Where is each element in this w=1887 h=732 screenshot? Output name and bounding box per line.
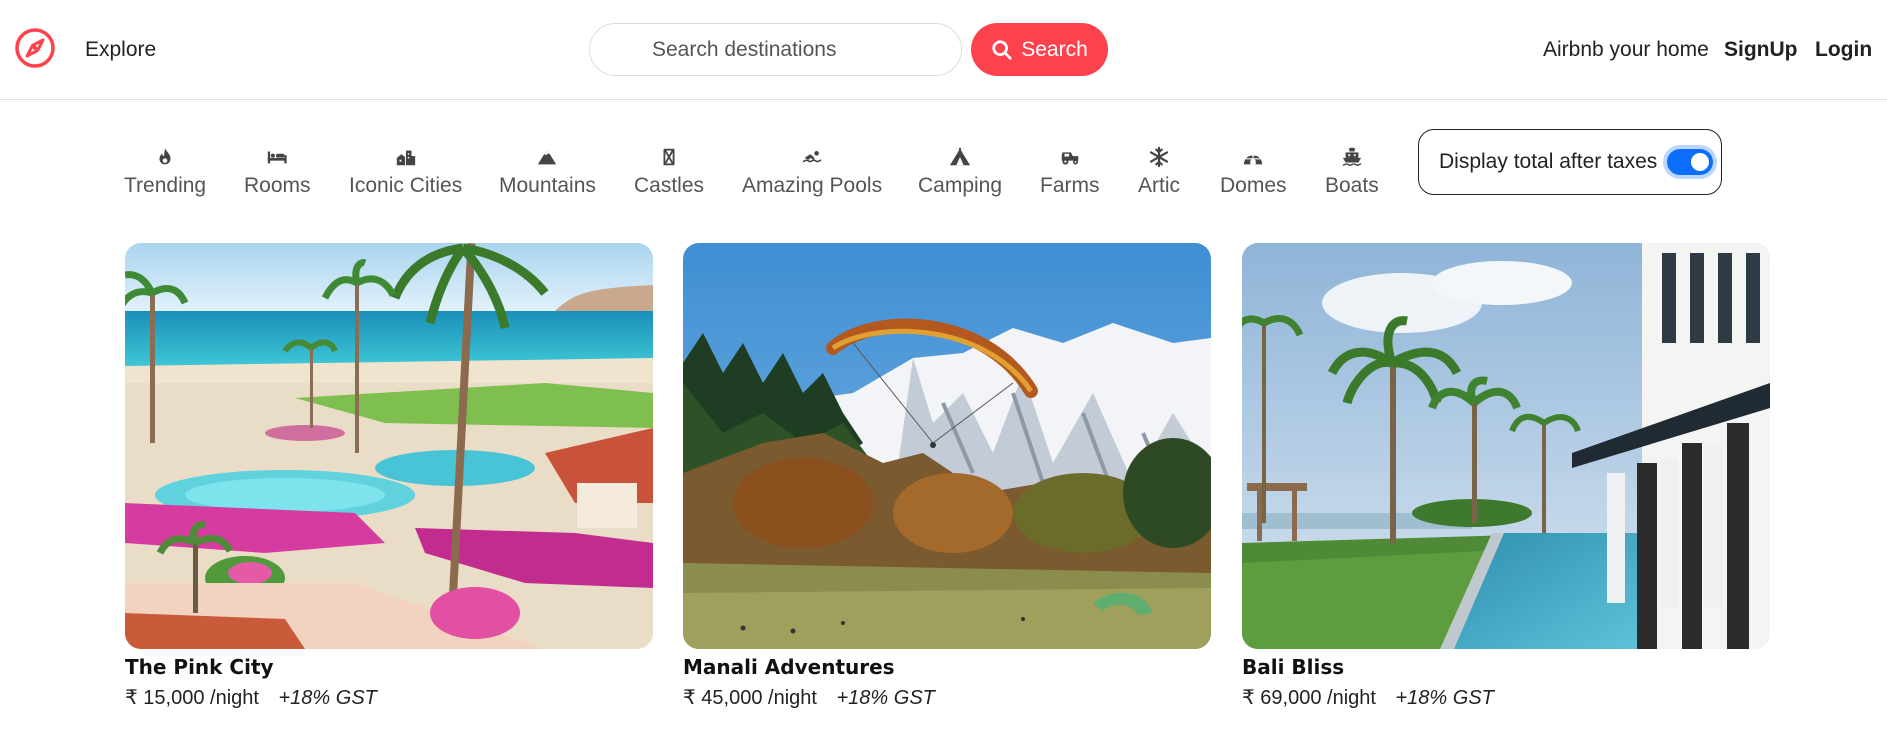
filter-farms[interactable]: Farms bbox=[1040, 144, 1100, 198]
listing-tax: +18% GST bbox=[278, 687, 377, 709]
airbnb-your-home-link[interactable]: Airbnb your home bbox=[1543, 38, 1709, 62]
listing-price-row: ₹ 69,000 /night +18% GST bbox=[1242, 685, 1770, 710]
login-link[interactable]: Login bbox=[1815, 38, 1872, 62]
listing-image[interactable] bbox=[125, 243, 653, 649]
filter-label: Boats bbox=[1325, 174, 1379, 197]
listing-price: ₹ 69,000 /night bbox=[1242, 687, 1376, 709]
bed-icon bbox=[264, 144, 290, 170]
snowflake-icon bbox=[1146, 144, 1172, 170]
filter-amazing-pools[interactable]: Amazing Pools bbox=[742, 144, 882, 198]
filter-artic[interactable]: Artic bbox=[1138, 144, 1180, 198]
tax-toggle-switch[interactable] bbox=[1667, 149, 1714, 175]
filter-label: Amazing Pools bbox=[742, 174, 883, 197]
mountain-icon bbox=[534, 144, 560, 170]
listing-image[interactable] bbox=[683, 243, 1211, 649]
filter-iconic-cities[interactable]: Iconic Cities bbox=[349, 144, 462, 198]
search-icon bbox=[992, 39, 1012, 60]
filter-castles[interactable]: Castles bbox=[634, 144, 704, 198]
filter-label: Farms bbox=[1040, 174, 1100, 197]
filter-label: Domes bbox=[1220, 174, 1287, 197]
listing-tax: +18% GST bbox=[1395, 687, 1494, 709]
filter-camping[interactable]: Camping bbox=[918, 144, 1002, 198]
listing-price: ₹ 45,000 /night bbox=[683, 687, 817, 709]
tent-icon bbox=[947, 144, 973, 170]
filter-label: Castles bbox=[634, 174, 705, 197]
compass-icon[interactable] bbox=[14, 27, 56, 69]
listing-card[interactable]: Manali Adventures ₹ 45,000 /night +18% G… bbox=[683, 243, 1211, 710]
listing-title: Manali Adventures bbox=[683, 655, 895, 679]
search-button[interactable]: Search bbox=[971, 23, 1108, 76]
filter-trending[interactable]: Trending bbox=[124, 144, 206, 198]
filter-label: Rooms bbox=[244, 174, 311, 197]
filter-label: Artic bbox=[1138, 174, 1180, 197]
signup-link[interactable]: SignUp bbox=[1724, 38, 1798, 62]
fire-icon bbox=[152, 144, 178, 170]
listing-card[interactable]: The Pink City ₹ 15,000 /night +18% GST bbox=[125, 243, 653, 710]
tractor-icon bbox=[1057, 144, 1083, 170]
filter-label: Iconic Cities bbox=[349, 174, 463, 197]
search-input[interactable] bbox=[589, 23, 962, 76]
navbar: Explore Search Airbnb your home SignUp L… bbox=[0, 0, 1887, 100]
filter-mountains[interactable]: Mountains bbox=[499, 144, 596, 198]
castle-icon bbox=[656, 144, 682, 170]
listing-image[interactable] bbox=[1242, 243, 1770, 649]
swimmer-icon bbox=[799, 144, 825, 170]
filter-label: Camping bbox=[918, 174, 1003, 197]
listing-price: ₹ 15,000 /night bbox=[125, 687, 259, 709]
filter-label: Mountains bbox=[499, 174, 596, 197]
search-button-label: Search bbox=[1021, 37, 1088, 61]
explore-link[interactable]: Explore bbox=[85, 38, 156, 62]
listing-price-row: ₹ 45,000 /night +18% GST bbox=[683, 685, 1211, 710]
listing-title: The Pink City bbox=[125, 655, 274, 679]
listing-tax: +18% GST bbox=[836, 687, 935, 709]
tax-toggle-label: Display total after taxes bbox=[1439, 150, 1658, 173]
listing-card[interactable]: Bali Bliss ₹ 69,000 /night +18% GST bbox=[1242, 243, 1770, 710]
filter-boats[interactable]: Boats bbox=[1325, 144, 1379, 198]
filter-label: Trending bbox=[124, 174, 207, 197]
city-icon bbox=[393, 144, 419, 170]
listing-price-row: ₹ 15,000 /night +18% GST bbox=[125, 685, 653, 710]
filter-rooms[interactable]: Rooms bbox=[244, 144, 311, 198]
listing-title: Bali Bliss bbox=[1242, 655, 1345, 679]
ship-icon bbox=[1339, 144, 1365, 170]
filter-domes[interactable]: Domes bbox=[1220, 144, 1287, 198]
tax-toggle-container: Display total after taxes bbox=[1418, 129, 1722, 195]
igloo-icon bbox=[1240, 144, 1266, 170]
